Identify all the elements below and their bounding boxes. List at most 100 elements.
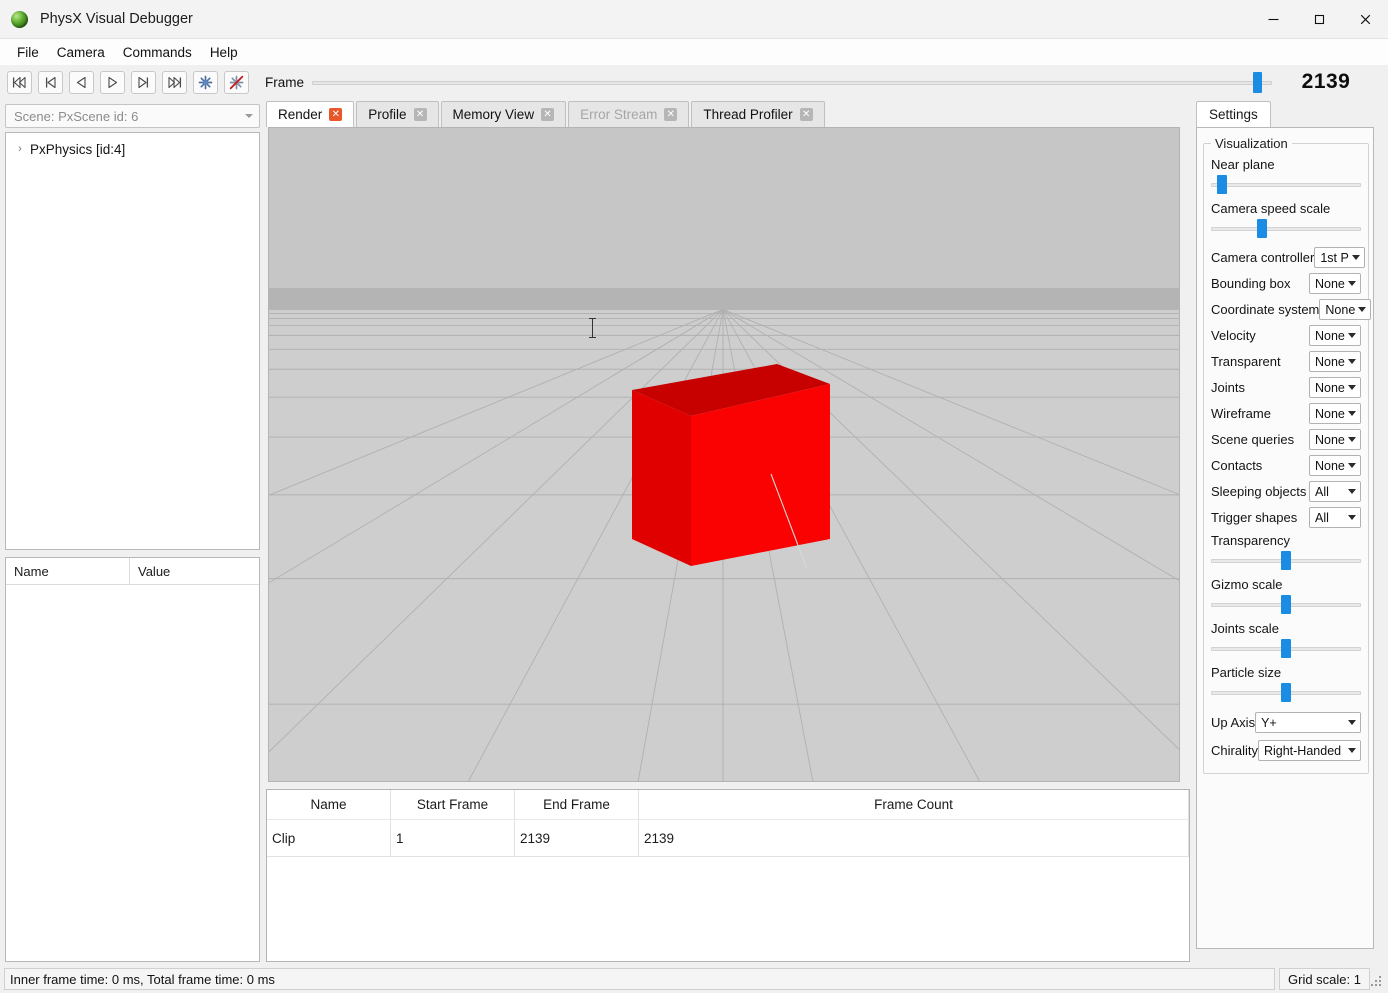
tab-profile-close-icon[interactable]: ✕ bbox=[413, 108, 427, 121]
menu-item-camera[interactable]: Camera bbox=[48, 42, 114, 63]
skip-to-start-button[interactable] bbox=[7, 70, 32, 94]
transparent-value: None bbox=[1315, 354, 1345, 369]
wireframe-row: Wireframe None bbox=[1211, 401, 1361, 426]
clip-cell-end-frame: 2139 bbox=[515, 820, 639, 856]
velocity-value: None bbox=[1315, 328, 1345, 343]
scene-queries-label: Scene queries bbox=[1211, 432, 1295, 447]
near-plane-slider-handle[interactable] bbox=[1216, 175, 1227, 194]
up-axis-label: Up Axis bbox=[1211, 715, 1256, 730]
camera-controller-select[interactable]: 1st P bbox=[1314, 247, 1365, 268]
bounding-box-select[interactable]: None bbox=[1309, 273, 1361, 294]
tab-settings[interactable]: Settings bbox=[1196, 101, 1271, 127]
chevron-down-icon bbox=[1348, 515, 1356, 520]
chevron-down-icon bbox=[1348, 281, 1356, 286]
title-bar: PhysX Visual Debugger bbox=[0, 0, 1388, 39]
chevron-down-icon bbox=[1348, 748, 1356, 753]
coordinate-system-select[interactable]: None bbox=[1319, 299, 1372, 320]
menu-item-help[interactable]: Help bbox=[201, 42, 247, 63]
render-viewport[interactable] bbox=[268, 127, 1180, 782]
chevron-right-icon[interactable]: › bbox=[12, 143, 28, 155]
disconnect-button[interactable] bbox=[224, 70, 249, 94]
wireframe-select[interactable]: None bbox=[1309, 403, 1361, 424]
transparent-select[interactable]: None bbox=[1309, 351, 1361, 372]
red-box-actor[interactable] bbox=[631, 354, 831, 574]
settings-content: Visualization Near plane Camera speed sc… bbox=[1197, 128, 1373, 784]
trigger-shapes-label: Trigger shapes bbox=[1211, 510, 1298, 525]
skip-to-end-button[interactable] bbox=[162, 70, 187, 94]
tab-render-close-icon[interactable]: ✕ bbox=[329, 108, 343, 121]
menu-item-file[interactable]: File bbox=[8, 42, 48, 63]
properties-column-value: Value bbox=[138, 563, 171, 579]
application-window: PhysX Visual Debugger File Camera Comman… bbox=[0, 0, 1388, 993]
scene-selector-value: Scene: PxScene id: 6 bbox=[14, 108, 139, 124]
tab-profile[interactable]: Profile ✕ bbox=[356, 101, 439, 127]
maximize-button[interactable] bbox=[1296, 0, 1342, 39]
gizmo-scale-slider[interactable] bbox=[1211, 595, 1361, 614]
view-tab-bar: Render ✕ Profile ✕ Memory View ✕ Error S… bbox=[266, 101, 1190, 127]
sleeping-objects-value: All bbox=[1315, 484, 1329, 499]
joints-scale-label: Joints scale bbox=[1211, 621, 1279, 636]
particle-size-slider[interactable] bbox=[1211, 683, 1361, 702]
gizmo-scale-slider-handle[interactable] bbox=[1281, 595, 1291, 614]
settings-tab-bar: Settings bbox=[1196, 101, 1384, 127]
contacts-select[interactable]: None bbox=[1309, 455, 1361, 476]
tab-error-stream[interactable]: Error Stream ✕ bbox=[568, 101, 690, 127]
joints-row: Joints None bbox=[1211, 375, 1361, 400]
frame-slider-handle[interactable] bbox=[1253, 72, 1263, 93]
tab-memory-view[interactable]: Memory View ✕ bbox=[440, 101, 567, 127]
sphere-icon bbox=[11, 10, 28, 28]
trigger-shapes-select[interactable]: All bbox=[1309, 507, 1361, 528]
gizmo-scale-label: Gizmo scale bbox=[1211, 577, 1283, 592]
close-button[interactable] bbox=[1342, 0, 1388, 39]
transparency-slider-handle[interactable] bbox=[1281, 551, 1291, 570]
sleeping-objects-select[interactable]: All bbox=[1309, 481, 1361, 502]
camera-speed-scale-slider[interactable] bbox=[1211, 219, 1361, 238]
chevron-down-icon bbox=[1348, 359, 1356, 364]
sleeping-objects-label: Sleeping objects bbox=[1211, 484, 1307, 499]
step-forward-button[interactable] bbox=[131, 70, 156, 94]
joints-select[interactable]: None bbox=[1309, 377, 1361, 398]
particle-size-slider-handle[interactable] bbox=[1281, 683, 1291, 702]
table-row[interactable]: Clip 1 2139 2139 bbox=[267, 819, 1189, 857]
tab-profile-label: Profile bbox=[368, 107, 407, 122]
tab-render[interactable]: Render ✕ bbox=[266, 101, 355, 127]
trigger-shapes-value: All bbox=[1315, 510, 1329, 525]
coordinate-system-value: None bbox=[1325, 302, 1356, 317]
play-button[interactable] bbox=[100, 70, 125, 94]
step-back-button[interactable] bbox=[38, 70, 63, 94]
up-axis-select[interactable]: Y+ bbox=[1255, 712, 1361, 733]
chirality-select[interactable]: Right-Handed bbox=[1257, 740, 1361, 761]
joints-scale-slider-handle[interactable] bbox=[1281, 639, 1291, 658]
tab-memory-view-close-icon[interactable]: ✕ bbox=[541, 108, 555, 121]
status-grid-scale: Grid scale: 1 bbox=[1279, 968, 1370, 990]
tab-thread-profiler[interactable]: Thread Profiler ✕ bbox=[691, 101, 825, 127]
tab-error-stream-label: Error Stream bbox=[580, 107, 658, 122]
camera-speed-scale-slider-handle[interactable] bbox=[1257, 219, 1268, 238]
play-reverse-button[interactable] bbox=[69, 70, 94, 94]
joints-scale-slider[interactable] bbox=[1211, 639, 1361, 658]
frame-slider[interactable] bbox=[312, 72, 1272, 93]
status-bar: Inner frame time: 0 ms, Total frame time… bbox=[0, 965, 1388, 993]
near-plane-slider[interactable] bbox=[1211, 175, 1361, 194]
frame-label: Frame bbox=[265, 74, 305, 90]
scene-selector[interactable]: Scene: PxScene id: 6 bbox=[5, 104, 260, 128]
coordinate-system-label: Coordinate system bbox=[1211, 302, 1320, 317]
resize-grip-icon[interactable] bbox=[1370, 968, 1386, 990]
chevron-down-icon bbox=[1348, 385, 1356, 390]
clip-column-start-frame: Start Frame bbox=[391, 790, 515, 819]
velocity-select[interactable]: None bbox=[1309, 325, 1361, 346]
tree-item-pxphysics[interactable]: › PxPhysics [id:4] bbox=[6, 137, 259, 161]
clip-cell-start-frame: 1 bbox=[391, 820, 515, 856]
bounding-box-row: Bounding box None bbox=[1211, 271, 1361, 296]
playback-toolbar: Frame 2139 bbox=[0, 65, 1388, 99]
scene-queries-select[interactable]: None bbox=[1309, 429, 1361, 450]
tree-item-label: PxPhysics [id:4] bbox=[30, 141, 126, 157]
minimize-button[interactable] bbox=[1250, 0, 1296, 39]
tab-thread-profiler-label: Thread Profiler bbox=[703, 107, 793, 122]
connect-button[interactable] bbox=[193, 70, 218, 94]
chevron-down-icon bbox=[1348, 489, 1356, 494]
tab-error-stream-close-icon[interactable]: ✕ bbox=[664, 108, 678, 121]
transparency-slider[interactable] bbox=[1211, 551, 1361, 570]
menu-item-commands[interactable]: Commands bbox=[114, 42, 201, 63]
tab-thread-profiler-close-icon[interactable]: ✕ bbox=[799, 108, 813, 121]
